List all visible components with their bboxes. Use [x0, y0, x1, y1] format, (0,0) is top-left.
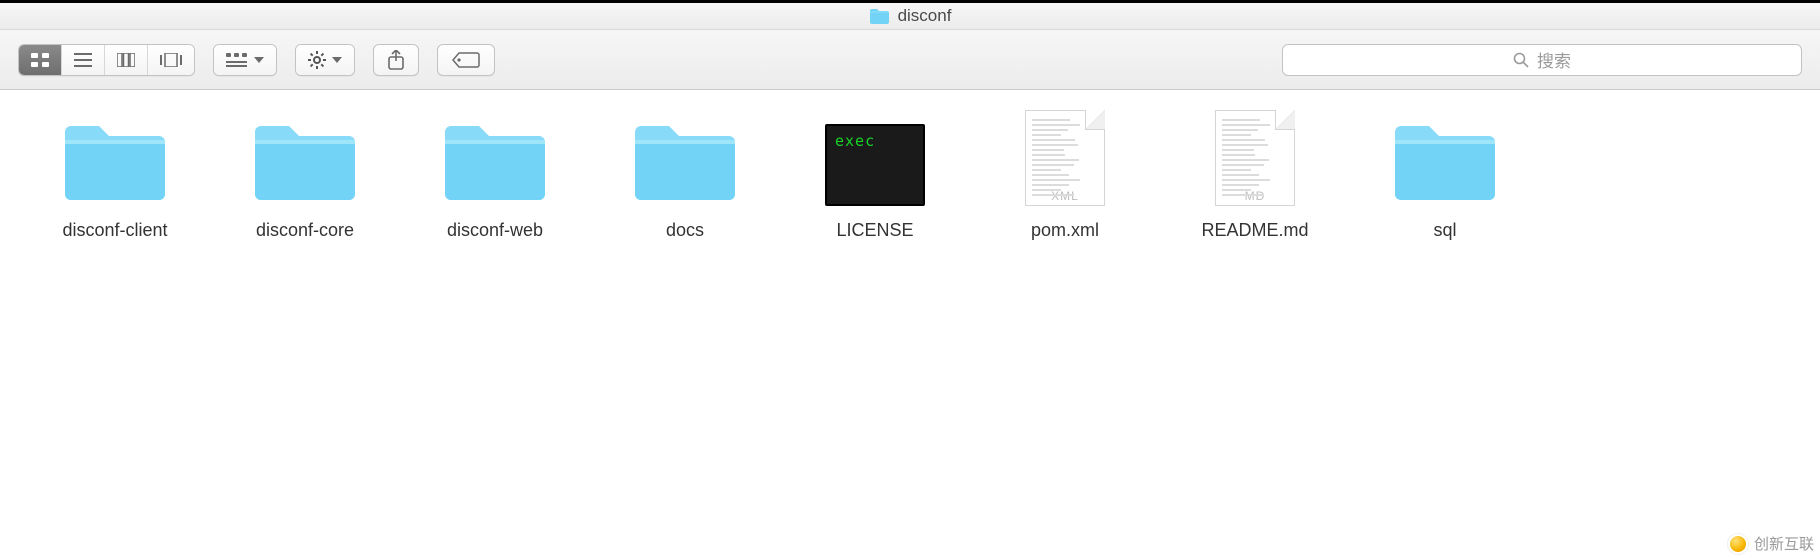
watermark: 创新互联	[1728, 533, 1814, 554]
list-icon	[74, 53, 92, 67]
document-icon: XML	[1025, 110, 1105, 206]
file-label: sql	[1433, 220, 1456, 241]
action-button[interactable]	[296, 45, 354, 75]
file-label: disconf-core	[256, 220, 354, 241]
view-gallery-button[interactable]	[148, 45, 194, 75]
search-input[interactable]: 搜索	[1282, 44, 1802, 76]
tag-icon	[452, 52, 480, 68]
share-button[interactable]	[373, 44, 419, 76]
folder-icon	[869, 8, 890, 25]
doc-icon-wrap: MD	[1199, 110, 1311, 206]
arrange-button[interactable]	[214, 45, 276, 75]
search-icon	[1513, 52, 1529, 68]
file-label: disconf-web	[447, 220, 543, 241]
folder-icon-wrap	[249, 110, 361, 206]
file-item[interactable]: XML pom.xml	[970, 110, 1160, 300]
document-icon: MD	[1215, 110, 1295, 206]
chevron-down-icon	[332, 57, 342, 63]
chevron-down-icon	[254, 57, 264, 63]
folder-icon-wrap	[59, 110, 171, 206]
doc-icon-wrap: XML	[1009, 110, 1121, 206]
file-label: README.md	[1201, 220, 1308, 241]
file-label: docs	[666, 220, 704, 241]
file-item[interactable]: sql	[1350, 110, 1540, 300]
window-title: disconf	[898, 6, 952, 26]
tags-button[interactable]	[437, 44, 495, 76]
gallery-icon	[160, 53, 182, 67]
arrange-group	[213, 44, 277, 76]
file-item[interactable]: exec LICENSE	[780, 110, 970, 300]
file-item[interactable]: disconf-core	[210, 110, 400, 300]
exec-icon: exec	[825, 124, 925, 206]
action-group	[295, 44, 355, 76]
search-placeholder: 搜索	[1537, 47, 1571, 72]
share-icon	[388, 50, 404, 70]
watermark-logo-icon	[1728, 534, 1748, 554]
gear-icon	[308, 51, 326, 69]
watermark-text: 创新互联	[1754, 533, 1814, 554]
titlebar: disconf	[0, 0, 1820, 30]
file-item[interactable]: disconf-web	[400, 110, 590, 300]
view-mode-group	[18, 44, 195, 76]
file-label: disconf-client	[62, 220, 167, 241]
view-list-button[interactable]	[62, 45, 105, 75]
exec-icon-wrap: exec	[819, 110, 931, 206]
file-label: pom.xml	[1031, 220, 1099, 241]
folder-icon-wrap	[1389, 110, 1501, 206]
arrange-icon	[226, 53, 248, 67]
file-item[interactable]: disconf-client	[20, 110, 210, 300]
folder-icon-wrap	[439, 110, 551, 206]
view-icon-button[interactable]	[19, 45, 62, 75]
file-item[interactable]: MD README.md	[1160, 110, 1350, 300]
file-item[interactable]: docs	[590, 110, 780, 300]
file-label: LICENSE	[836, 220, 913, 241]
columns-icon	[117, 53, 135, 67]
folder-icon-wrap	[629, 110, 741, 206]
toolbar: 搜索	[0, 30, 1820, 90]
grid-icon	[31, 53, 49, 67]
view-column-button[interactable]	[105, 45, 148, 75]
file-grid[interactable]: disconf-client disconf-core disconf-web doc…	[0, 90, 1820, 326]
